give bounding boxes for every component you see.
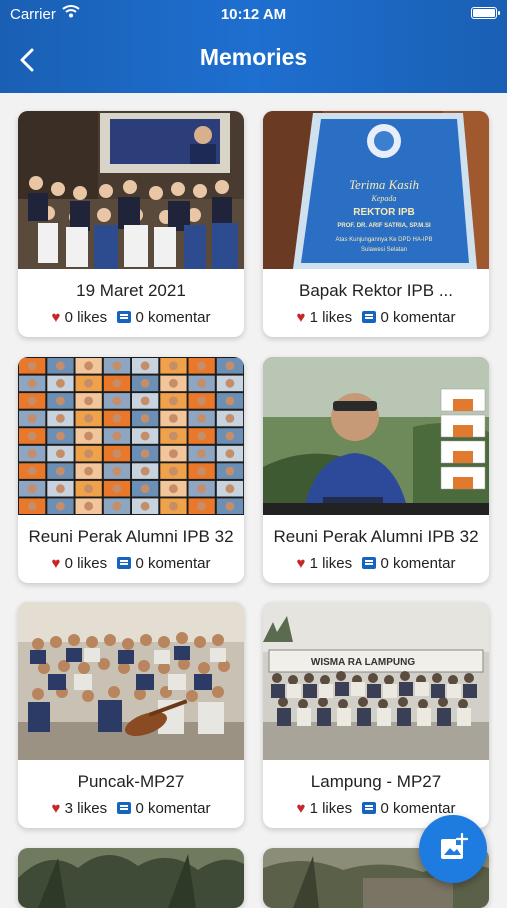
likes-count: 1 likes [309,555,353,572]
comments-count: 0 komentar [380,555,456,572]
comments-count: 0 komentar [380,309,456,326]
memory-photo[interactable] [18,357,244,515]
memory-caption: Bapak Rektor IPB ... [298,281,453,300]
memory-caption: Reuni Perak Alumni IPB 32 [28,527,234,546]
memory-photo[interactable] [18,602,244,760]
plaque-line: Terima Kasih [349,177,419,192]
heart-icon[interactable]: ♥ [52,800,61,817]
memory-photo[interactable] [263,357,489,515]
likes-count: 0 likes [64,555,108,572]
likes-count: 1 likes [309,800,353,817]
memory-caption: Puncak-MP27 [77,772,185,791]
memory-caption: Lampung - MP27 [310,772,442,791]
memory-caption: 19 Maret 2021 [76,281,186,300]
memory-card[interactable]: Reuni Perak Alumni IPB 32 ♥ 0 likes 0 ko… [18,357,244,583]
status-time: 10:12 AM [220,6,287,23]
comment-icon[interactable] [362,557,377,569]
comment-icon[interactable] [362,802,377,814]
heart-icon[interactable]: ♥ [52,555,61,572]
plaque-line: Kepada [371,194,397,203]
plaque-line: REKTOR IPB [353,207,415,218]
heart-icon[interactable]: ♥ [297,800,306,817]
memory-stats: ♥ 0 likes 0 komentar [18,555,244,572]
comments-count: 0 komentar [135,555,211,572]
add-photo-icon [441,832,469,859]
likes-count: 1 likes [309,309,353,326]
heart-icon[interactable]: ♥ [297,555,306,572]
comment-icon[interactable] [117,802,132,814]
heart-icon[interactable]: ♥ [52,309,61,326]
memory-stats: ♥ 3 likes 0 komentar [18,800,244,817]
add-memory-button[interactable] [419,815,487,883]
memory-card[interactable]: 19 Maret 2021 ♥ 0 likes 0 komentar [18,111,244,337]
battery-icon [471,7,500,19]
heart-icon[interactable]: ♥ [297,309,306,326]
comment-icon[interactable] [117,557,132,569]
memory-photo[interactable]: WISMA RA LAMPUNG [263,602,489,760]
memory-stats: ♥ 1 likes 0 komentar [263,309,489,326]
memory-card[interactable]: Reuni Perak Alumni IPB 32 ♥ 1 likes 0 ko… [263,357,489,583]
memory-stats: ♥ 1 likes 0 komentar [263,555,489,572]
likes-count: 0 likes [64,309,108,326]
plaque-line: PROF. DR. ARIF SATRIA, SP.M.SI [337,223,431,229]
comments-count: 0 komentar [135,800,211,817]
memory-caption: Reuni Perak Alumni IPB 32 [273,527,479,546]
memory-card[interactable] [18,848,244,908]
memory-stats: ♥ 0 likes 0 komentar [18,309,244,326]
memory-photo[interactable]: Terima Kasih Kepada REKTOR IPB PROF. DR.… [263,111,489,269]
app-bar: Carrier 10:12 AM Memories [0,0,507,93]
plaque-line: Atas Kunjungannya Ke DPD HA-IPB [335,237,432,243]
memory-card[interactable]: Puncak-MP27 ♥ 3 likes 0 komentar [18,602,244,828]
status-bar: Carrier 10:12 AM [0,0,507,30]
comment-icon[interactable] [117,311,132,323]
comments-count: 0 komentar [135,309,211,326]
plaque-line: Sulawesi Selatan [361,247,407,253]
photo-sign-text: WISMA RA LAMPUNG [311,657,415,668]
likes-count: 3 likes [64,800,108,817]
comment-icon[interactable] [362,311,377,323]
page-title: Memories [199,44,308,70]
memory-photo[interactable] [18,848,244,908]
memory-photo[interactable] [18,111,244,269]
memory-card[interactable]: WISMA RA LAMPUNG Lampung - MP27 ♥ 1 like… [263,602,489,828]
memory-card[interactable]: Terima Kasih Kepada REKTOR IPB PROF. DR.… [263,111,489,337]
